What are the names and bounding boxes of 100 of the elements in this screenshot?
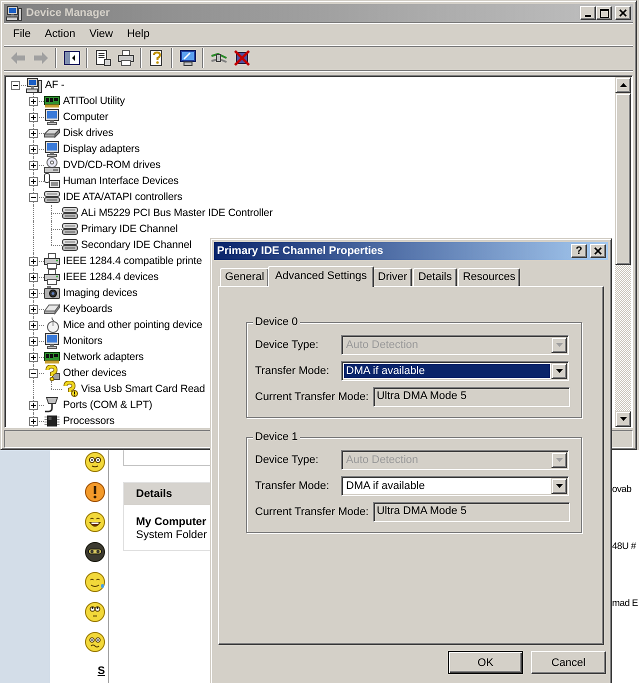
menu-item[interactable]: Help <box>120 26 157 42</box>
printer-icon <box>118 50 134 66</box>
maximize-icon <box>600 8 608 18</box>
window-title: Device Manager <box>25 7 111 19</box>
minimize-icon <box>585 15 591 17</box>
panel-toggle-icon <box>64 50 80 66</box>
dropdown-button[interactable] <box>551 363 567 379</box>
plus-box-icon[interactable] <box>28 128 38 138</box>
plus-box-icon[interactable] <box>28 96 38 106</box>
details-header: Details <box>124 483 212 505</box>
mouse-icon <box>44 317 60 333</box>
tree-item[interactable]: Network adapters <box>62 351 145 363</box>
plus-box-icon[interactable] <box>28 176 38 186</box>
item-type: System Folder <box>136 529 208 542</box>
tree-item[interactable]: ALi M5229 PCI Bus Master IDE Controller <box>80 207 274 219</box>
plus-box-icon[interactable] <box>28 400 38 410</box>
tree-item[interactable]: IEEE 1284.4 compatible printe <box>62 255 203 267</box>
plus-box-icon[interactable] <box>28 112 38 122</box>
link[interactable]: S <box>98 664 105 678</box>
cable-icon <box>210 50 226 66</box>
text-field[interactable]: Ultra DMA Mode 5 <box>372 502 570 522</box>
field-label: Device Type: <box>255 339 320 351</box>
tab[interactable]: Details <box>413 268 457 286</box>
dialog-button[interactable]: OK <box>448 651 523 674</box>
tree-item[interactable]: Monitors <box>62 335 104 347</box>
minus-box-icon[interactable] <box>10 80 20 90</box>
menu-item[interactable]: File <box>6 26 38 42</box>
tree-item[interactable]: Display adapters <box>62 143 141 155</box>
circuit-board-icon <box>44 349 60 365</box>
scrollbar[interactable] <box>615 77 631 427</box>
tree-item[interactable]: Processors <box>62 415 116 427</box>
plus-box-icon[interactable] <box>28 352 38 362</box>
minus-box-icon[interactable] <box>28 368 38 378</box>
caret-icon <box>556 484 562 488</box>
exclamation-icon <box>85 482 105 502</box>
plus-box-icon[interactable] <box>28 320 38 330</box>
menu-item[interactable]: Action <box>38 26 82 42</box>
tree-item[interactable]: IDE ATA/ATAPI controllers <box>62 191 184 203</box>
plus-box-icon[interactable] <box>28 304 38 314</box>
tree-item[interactable]: Computer <box>62 111 110 123</box>
text-field[interactable]: Ultra DMA Mode 5 <box>372 387 570 407</box>
minus-box-icon[interactable] <box>28 192 38 202</box>
eyes-up-emoticon-icon <box>85 602 105 622</box>
tree-item[interactable]: AF - <box>44 79 66 91</box>
tree-item[interactable]: DVD/CD-ROM drives <box>62 159 162 171</box>
scroll-up-button[interactable] <box>615 77 631 93</box>
plus-box-icon[interactable] <box>28 256 38 266</box>
circuit-board-icon <box>44 93 60 109</box>
scrollbar-thumb[interactable] <box>615 93 631 265</box>
close-button[interactable] <box>590 244 606 258</box>
tree-item[interactable]: Other devices <box>62 367 128 379</box>
list-item-text: ovab <box>612 483 632 496</box>
tree-item[interactable]: Human Interface Devices <box>62 175 180 187</box>
menu-item[interactable]: View <box>82 26 120 42</box>
field-label: Transfer Mode: <box>255 480 330 492</box>
monitor-icon <box>44 141 60 157</box>
tree-item[interactable]: Visa Usb Smart Card Read <box>80 383 206 395</box>
camera-icon <box>44 285 60 301</box>
dialog-button[interactable]: Cancel <box>531 651 606 674</box>
tree-item[interactable]: Keyboards <box>62 303 114 315</box>
cross-icon <box>234 50 250 66</box>
monitor-icon <box>44 333 60 349</box>
keyboard-icon <box>44 173 60 189</box>
help-icon <box>148 50 164 66</box>
tree-item[interactable]: Mice and other pointing device <box>62 319 204 331</box>
tree-item[interactable]: ATITool Utility <box>62 95 126 107</box>
plus-box-icon[interactable] <box>28 336 38 346</box>
tree-item[interactable]: Secondary IDE Channel <box>80 239 193 251</box>
plus-box-icon[interactable] <box>28 416 38 426</box>
dropdown[interactable]: DMA if available <box>341 476 569 496</box>
caret-icon <box>556 369 562 373</box>
help-button[interactable]: ? <box>571 244 587 258</box>
close-icon <box>619 9 627 17</box>
plus-box-icon[interactable] <box>28 160 38 170</box>
plus-box-icon[interactable] <box>28 144 38 154</box>
scroll-down-button[interactable] <box>615 411 631 427</box>
tab[interactable]: Resources <box>458 268 520 286</box>
back-arrow-icon <box>10 50 26 66</box>
plus-box-icon[interactable] <box>28 288 38 298</box>
tree-item[interactable]: IEEE 1284.4 devices <box>62 271 160 283</box>
up-arrow-icon <box>620 83 626 87</box>
drive-controller-icon <box>44 189 60 205</box>
question-mark-warning-icon <box>62 381 78 397</box>
tree-item[interactable]: Disk drives <box>62 127 114 139</box>
tab[interactable]: Advanced Settings <box>268 266 374 287</box>
tree-item[interactable]: Primary IDE Channel <box>80 223 179 235</box>
down-arrow-icon <box>620 417 626 421</box>
wavy-mouth-emoticon-icon <box>85 632 105 652</box>
tab[interactable]: Driver <box>372 268 412 286</box>
dropdown[interactable]: DMA if available <box>341 361 569 381</box>
tab[interactable]: General <box>220 268 270 286</box>
disc-drive-icon <box>44 157 60 173</box>
field-label: Device Type: <box>255 454 320 466</box>
drive-controller-icon <box>62 221 78 237</box>
connector-icon <box>44 397 60 413</box>
dropdown-button[interactable] <box>551 478 567 494</box>
tree-item[interactable]: Imaging devices <box>62 287 138 299</box>
tree-item[interactable]: Ports (COM & LPT) <box>62 399 154 411</box>
plus-box-icon[interactable] <box>28 272 38 282</box>
field-label: Transfer Mode: <box>255 365 330 377</box>
